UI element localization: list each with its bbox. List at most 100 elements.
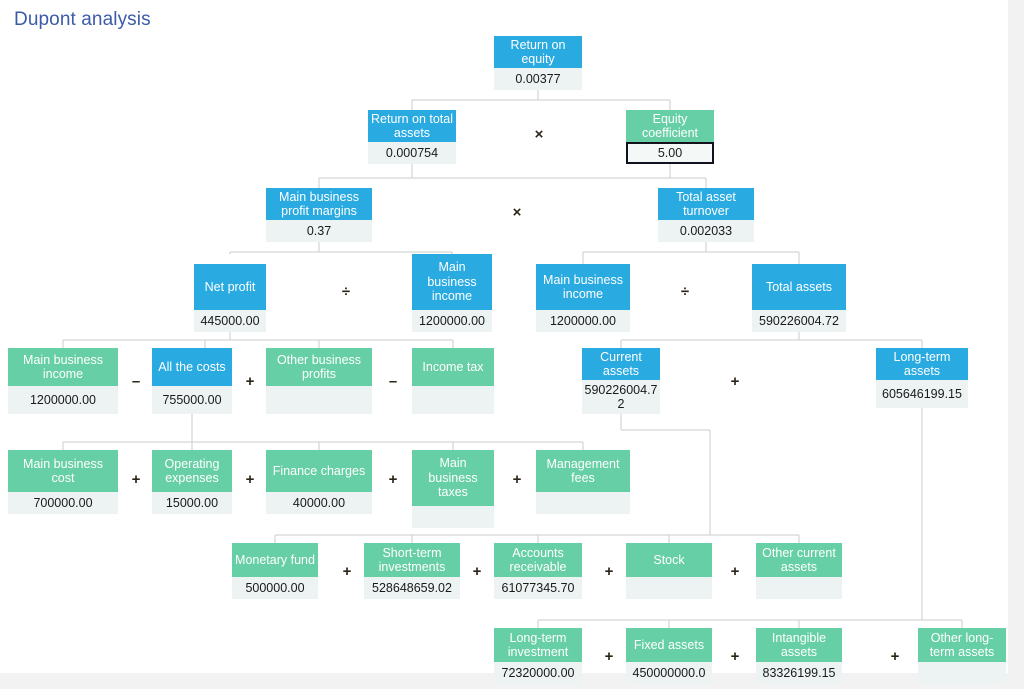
node-mb_income_3[interactable]: Main business income 1200000.00: [8, 348, 118, 414]
operator-op-plus-13: +: [890, 648, 900, 665]
node-monetary_fund[interactable]: Monetary fund 500000.00: [232, 543, 318, 599]
operator-op-roe: ×: [534, 126, 544, 143]
node-finance_charges[interactable]: Finance charges 40000.00: [266, 450, 372, 514]
node-other_current_assets[interactable]: Other current assets: [756, 543, 842, 599]
node-value-all_the_costs[interactable]: 755000.00: [152, 386, 232, 414]
node-label-management_fees: Management fees: [536, 450, 630, 492]
node-stock[interactable]: Stock: [626, 543, 712, 599]
node-value-mb_income_2[interactable]: 1200000.00: [536, 310, 630, 332]
node-label-mb_cost: Main business cost: [8, 450, 118, 492]
node-label-accounts_receivable: Accounts receivable: [494, 543, 582, 577]
node-current_assets[interactable]: Current assets 590226004.72: [582, 348, 660, 414]
node-value-roe[interactable]: 0.00377: [494, 68, 582, 90]
node-value-long_term_investment[interactable]: 72320000.00: [494, 662, 582, 684]
node-value-net_profit[interactable]: 445000.00: [194, 310, 266, 332]
node-all_the_costs[interactable]: All the costs 755000.00: [152, 348, 232, 414]
operator-op-plus-6: +: [512, 471, 522, 488]
node-value-total_asset_turnover[interactable]: 0.002033: [658, 220, 754, 242]
node-value-other_long_term_assets[interactable]: [918, 662, 1006, 684]
operator-op-plus-4: +: [245, 471, 255, 488]
node-label-other_current_assets: Other current assets: [756, 543, 842, 577]
node-income_tax[interactable]: Income tax: [412, 348, 494, 414]
node-label-total_assets: Total assets: [752, 264, 846, 310]
node-value-intangible_assets[interactable]: 83326199.15: [756, 662, 842, 684]
node-label-all_the_costs: All the costs: [152, 348, 232, 386]
node-label-income_tax: Income tax: [412, 348, 494, 386]
node-label-mb_income_1: Main business income: [412, 254, 492, 310]
node-label-intangible_assets: Intangible assets: [756, 628, 842, 662]
operator-op-plus-2: +: [730, 373, 740, 390]
node-label-fixed_assets: Fixed assets: [626, 628, 712, 662]
node-mb_taxes[interactable]: Main business taxes: [412, 450, 494, 528]
node-label-short_term_investments: Short-term investments: [364, 543, 460, 577]
node-value-fixed_assets[interactable]: 450000000.0: [626, 662, 712, 684]
diagram-canvas: Dupont analysis Return on equity 0.00377 R…: [0, 0, 1008, 684]
connector-path: [620, 332, 923, 348]
operator-op-plus-10: +: [730, 563, 740, 580]
node-value-finance_charges[interactable]: 40000.00: [266, 492, 372, 514]
node-mb_income_2[interactable]: Main business income 1200000.00: [536, 264, 630, 332]
connector-path: [582, 242, 800, 264]
node-value-total_assets[interactable]: 590226004.72: [752, 310, 846, 332]
node-value-operating_expenses[interactable]: 15000.00: [152, 492, 232, 514]
node-value-mb_income_1[interactable]: 1200000.00: [412, 310, 492, 332]
node-mb_income_1[interactable]: Main business income 1200000.00: [412, 254, 492, 332]
node-label-finance_charges: Finance charges: [266, 450, 372, 492]
operator-op-plus-9: +: [604, 563, 614, 580]
node-value-mb_income_3[interactable]: 1200000.00: [8, 386, 118, 414]
node-management_fees[interactable]: Management fees: [536, 450, 630, 514]
node-value-long_term_assets[interactable]: 605646199.15: [876, 380, 968, 408]
node-label-stock: Stock: [626, 543, 712, 577]
node-short_term_investments[interactable]: Short-term investments 528648659.02: [364, 543, 460, 599]
node-label-mb_profit_margins: Main business profit margins: [266, 188, 372, 220]
node-label-long_term_investment: Long-term investment: [494, 628, 582, 662]
node-intangible_assets[interactable]: Intangible assets 83326199.15: [756, 628, 842, 684]
node-value-short_term_investments[interactable]: 528648659.02: [364, 577, 460, 599]
node-value-stock[interactable]: [626, 577, 712, 599]
operator-op-rota: ×: [512, 204, 522, 221]
node-net_profit[interactable]: Net profit 445000.00: [194, 264, 266, 332]
node-label-long_term_assets: Long-term assets: [876, 348, 968, 380]
node-value-income_tax[interactable]: [412, 386, 494, 414]
node-other_business_profits[interactable]: Other business profits: [266, 348, 372, 414]
node-value-rota[interactable]: 0.000754: [368, 142, 456, 164]
node-value-other_current_assets[interactable]: [756, 577, 842, 599]
node-mb_cost[interactable]: Main business cost 700000.00: [8, 450, 118, 514]
node-long_term_investment[interactable]: Long-term investment 72320000.00: [494, 628, 582, 684]
node-equity_coefficient[interactable]: Equity coefficient 5.00: [626, 110, 714, 164]
connector-path: [537, 404, 963, 628]
connector-path: [62, 414, 584, 450]
node-roe[interactable]: Return on equity 0.00377: [494, 36, 582, 90]
operator-op-minus-1: –: [131, 373, 141, 390]
node-accounts_receivable[interactable]: Accounts receivable 61077345.70: [494, 543, 582, 599]
node-label-rota: Return on total assets: [368, 110, 456, 142]
operator-op-plus-7: +: [342, 563, 352, 580]
node-fixed_assets[interactable]: Fixed assets 450000000.0: [626, 628, 712, 684]
node-long_term_assets[interactable]: Long-term assets 605646199.15: [876, 348, 968, 408]
node-value-management_fees[interactable]: [536, 492, 630, 514]
node-mb_profit_margins[interactable]: Main business profit margins 0.37: [266, 188, 372, 242]
node-value-mb_profit_margins[interactable]: 0.37: [266, 220, 372, 242]
node-value-current_assets[interactable]: 590226004.72: [582, 380, 660, 414]
node-value-other_business_profits[interactable]: [266, 386, 372, 414]
node-value-mb_taxes[interactable]: [412, 506, 494, 528]
node-total_asset_turnover[interactable]: Total asset turnover 0.002033: [658, 188, 754, 242]
node-value-mb_cost[interactable]: 700000.00: [8, 492, 118, 514]
node-rota[interactable]: Return on total assets 0.000754: [368, 110, 456, 164]
node-value-accounts_receivable[interactable]: 61077345.70: [494, 577, 582, 599]
node-total_assets[interactable]: Total assets 590226004.72: [752, 264, 846, 332]
node-label-mb_income_3: Main business income: [8, 348, 118, 386]
node-value-equity_coefficient[interactable]: 5.00: [626, 142, 714, 164]
node-label-total_asset_turnover: Total asset turnover: [658, 188, 754, 220]
operator-op-minus-2: –: [388, 373, 398, 390]
node-label-net_profit: Net profit: [194, 264, 266, 310]
node-operating_expenses[interactable]: Operating expenses 15000.00: [152, 450, 232, 514]
operator-op-turnover: ÷: [680, 283, 690, 300]
node-value-monetary_fund[interactable]: 500000.00: [232, 577, 318, 599]
page-title: Dupont analysis: [14, 9, 151, 30]
node-label-monetary_fund: Monetary fund: [232, 543, 318, 577]
node-label-current_assets: Current assets: [582, 348, 660, 380]
node-other_long_term_assets[interactable]: Other long-term assets: [918, 628, 1006, 684]
operator-op-netprofit: ÷: [341, 283, 351, 300]
node-label-other_business_profits: Other business profits: [266, 348, 372, 386]
